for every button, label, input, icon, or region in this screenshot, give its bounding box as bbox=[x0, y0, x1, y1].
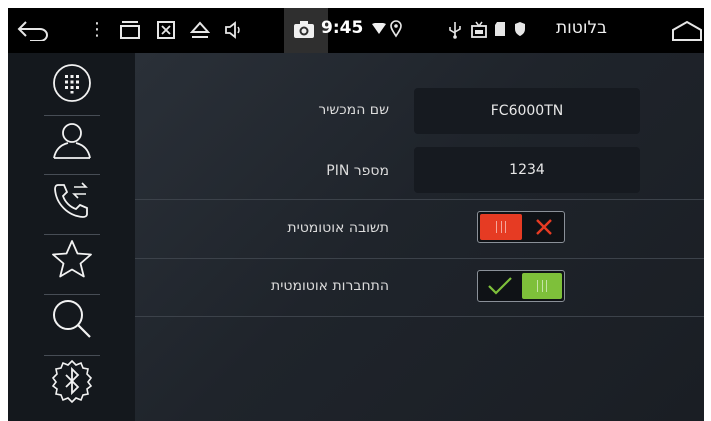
dialpad-icon bbox=[51, 62, 93, 108]
home-icon[interactable] bbox=[671, 20, 703, 42]
sidebar-divider bbox=[44, 174, 100, 175]
bluetooth-settings-panel: שם המכשיר FC6000TN מספר PIN 1234 תשובה א… bbox=[135, 53, 704, 421]
eject-icon[interactable] bbox=[190, 20, 210, 40]
pin-label: מספר PIN bbox=[326, 163, 389, 179]
wifi-icon bbox=[372, 23, 386, 35]
auto-answer-toggle[interactable] bbox=[477, 211, 565, 243]
menu-icon[interactable]: ⋮ bbox=[88, 20, 106, 40]
usb-icon bbox=[448, 21, 462, 39]
sidebar-item-contacts[interactable] bbox=[44, 117, 100, 167]
person-icon bbox=[50, 119, 94, 165]
cast-icon bbox=[471, 21, 487, 39]
screen: ⋮ 9:45 בלוטות שם המכשיר FC6000TN מספר PI… bbox=[8, 8, 704, 421]
row-divider bbox=[135, 258, 704, 259]
checkmark-icon bbox=[487, 276, 513, 300]
sidebar-divider bbox=[44, 294, 100, 295]
shield-icon bbox=[514, 21, 526, 37]
close-icon bbox=[534, 217, 554, 241]
status-bar: ⋮ 9:45 בלוטות bbox=[8, 8, 704, 53]
sidebar-item-dialpad[interactable] bbox=[44, 60, 100, 110]
sidebar-item-call-log[interactable] bbox=[44, 177, 100, 227]
sd-card-icon bbox=[494, 21, 506, 37]
bluetooth-gear-icon bbox=[49, 358, 95, 408]
pin-field[interactable]: 1234 bbox=[414, 147, 640, 193]
sidebar-item-search[interactable] bbox=[44, 296, 100, 346]
toggle-knob bbox=[522, 273, 562, 299]
device-name-field[interactable]: FC6000TN bbox=[414, 88, 640, 134]
grip-icon bbox=[537, 280, 547, 292]
recent-apps-icon[interactable] bbox=[119, 20, 141, 40]
sidebar bbox=[8, 53, 135, 421]
volume-icon[interactable] bbox=[223, 20, 243, 40]
auto-connect-toggle[interactable] bbox=[477, 270, 565, 302]
sidebar-divider bbox=[44, 115, 100, 116]
sidebar-divider bbox=[44, 355, 100, 356]
auto-answer-label: תשובה אוטומטית bbox=[287, 220, 389, 236]
sidebar-item-favorites[interactable] bbox=[44, 236, 100, 286]
row-divider bbox=[135, 199, 704, 200]
search-icon bbox=[50, 297, 94, 345]
sidebar-divider bbox=[44, 234, 100, 235]
screenshot-icon[interactable] bbox=[156, 20, 176, 40]
app-title: בלוטות bbox=[556, 18, 607, 38]
auto-connect-label: התחברות אוטומטית bbox=[271, 278, 389, 294]
call-transfer-icon bbox=[50, 179, 94, 225]
location-icon bbox=[389, 20, 403, 38]
grip-icon bbox=[496, 221, 506, 233]
camera-icon[interactable] bbox=[293, 20, 315, 40]
row-divider bbox=[135, 316, 704, 317]
sidebar-item-bluetooth-settings[interactable] bbox=[44, 358, 100, 408]
star-icon bbox=[50, 238, 94, 284]
back-icon[interactable] bbox=[16, 19, 50, 41]
device-name-label: שם המכשיר bbox=[318, 102, 389, 118]
clock-time: 9:45 bbox=[321, 18, 364, 38]
toggle-knob bbox=[480, 214, 522, 240]
